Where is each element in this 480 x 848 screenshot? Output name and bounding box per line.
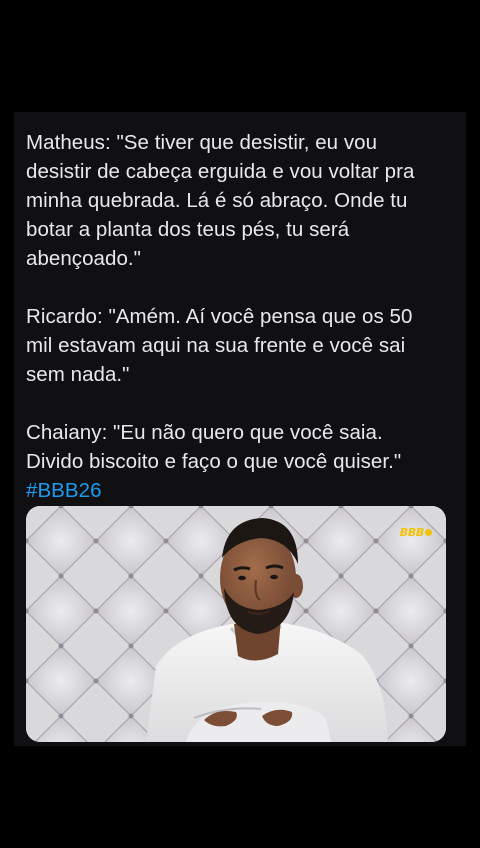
quote-ricardo-line: mil estavam aqui na sua frente e você sa… [26, 334, 406, 357]
bbb-logo-text: BBB [399, 526, 425, 539]
quote-matheus-line: abençoado." [26, 247, 141, 270]
bbb-logo: BBB [400, 526, 432, 539]
quote-matheus-line: desistir de cabeça erguida e vou voltar … [26, 160, 415, 183]
tweet-media-image[interactable]: BBB [26, 506, 446, 742]
quote-ricardo-line: Ricardo: "Amém. Aí você pensa que os 50 [26, 305, 413, 328]
quote-matheus-line: minha quebrada. Lá é só abraço. Onde tu [26, 189, 408, 212]
quote-chaiany-line: Chaiany: "Eu não quero que você saia. [26, 421, 383, 444]
hashtag-link[interactable]: #BBB26 [26, 479, 102, 502]
quote-ricardo-line: sem nada." [26, 363, 130, 386]
quote-matheus-line: Matheus: "Se tiver que desistir, eu vou [26, 131, 378, 154]
quote-matheus-line: botar a planta dos teus pés, tu será [26, 218, 350, 241]
logo-dot-icon [425, 529, 432, 536]
quote-chaiany-line: Divido biscoito e faço o que você quiser… [26, 450, 402, 473]
tweet-text: Matheus: "Se tiver que desistir, eu vou … [26, 128, 458, 505]
media-illustration [26, 506, 446, 742]
